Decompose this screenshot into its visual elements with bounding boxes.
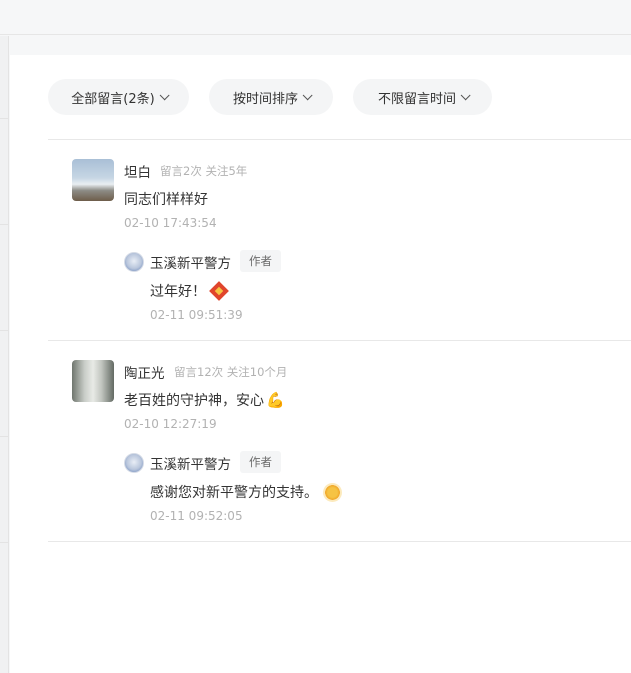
reply-author-name[interactable]: 玉溪新平警方 bbox=[150, 453, 231, 473]
comment-item: 陶正光 留言12次 关注10个月 老百姓的守护神，安心 💪 02-10 12:2… bbox=[48, 340, 631, 541]
comment-time: 02-10 17:43:54 bbox=[124, 216, 217, 230]
reply-author-name[interactable]: 玉溪新平警方 bbox=[150, 252, 231, 272]
comment-time: 02-10 12:27:19 bbox=[124, 417, 217, 431]
reply-text: 过年好！ bbox=[150, 284, 206, 300]
chevron-down-icon bbox=[159, 89, 170, 100]
filter-time-range-dropdown[interactable]: 不限留言时间 bbox=[353, 79, 492, 115]
comment-content: 老百姓的守护神，安心 💪 bbox=[124, 390, 285, 410]
left-sidebar bbox=[0, 36, 9, 673]
filter-sort-label: 按时间排序 bbox=[232, 91, 298, 107]
reply-text: 感谢您对新平警方的支持。 bbox=[150, 485, 318, 501]
commenter-meta: 留言12次 关注10个月 bbox=[174, 365, 288, 379]
fu-icon bbox=[209, 281, 229, 301]
comment-item: 坦白 留言2次 关注5年 同志们样样好 02-10 17:43:54 玉溪新平警… bbox=[48, 139, 631, 340]
sidebar-divider bbox=[0, 330, 9, 331]
commenter-meta: 留言2次 关注5年 bbox=[160, 164, 248, 178]
police-badge-avatar bbox=[124, 252, 144, 272]
chevron-down-icon bbox=[302, 89, 313, 100]
comment-text: 老百姓的守护神，安心 bbox=[124, 393, 264, 409]
comment-content: 同志们样样好 bbox=[124, 192, 208, 208]
filter-all-comments-dropdown[interactable]: 全部留言(2条) bbox=[48, 79, 189, 115]
filter-sort-dropdown[interactable]: 按时间排序 bbox=[209, 79, 333, 115]
top-bar bbox=[0, 0, 631, 35]
divider bbox=[48, 541, 631, 542]
author-badge: 作者 bbox=[240, 250, 281, 272]
sun-icon bbox=[325, 484, 340, 500]
sidebar-divider bbox=[0, 118, 9, 119]
chevron-down-icon bbox=[460, 89, 471, 100]
reply-content: 过年好！ bbox=[150, 281, 229, 301]
police-badge-avatar bbox=[124, 453, 144, 473]
reply-time: 02-11 09:51:39 bbox=[150, 308, 243, 322]
comments-panel: 全部留言(2条) 按时间排序 不限留言时间 坦白 留言2次 关注5年 同志们样样… bbox=[10, 55, 631, 673]
avatar[interactable] bbox=[72, 159, 114, 201]
reply-time: 02-11 09:52:05 bbox=[150, 509, 243, 523]
flexed-biceps-icon: 💪 bbox=[266, 391, 285, 409]
sidebar-divider bbox=[0, 224, 9, 225]
avatar[interactable] bbox=[72, 360, 114, 402]
commenter-name[interactable]: 陶正光 bbox=[124, 362, 165, 382]
filter-time-label: 不限留言时间 bbox=[377, 91, 456, 107]
sidebar-divider bbox=[0, 436, 9, 437]
filter-all-label: 全部留言(2条) bbox=[71, 91, 155, 107]
author-badge: 作者 bbox=[240, 451, 281, 473]
reply-content: 感谢您对新平警方的支持。 bbox=[150, 482, 340, 502]
sidebar-divider bbox=[0, 542, 9, 543]
commenter-name[interactable]: 坦白 bbox=[124, 161, 151, 181]
